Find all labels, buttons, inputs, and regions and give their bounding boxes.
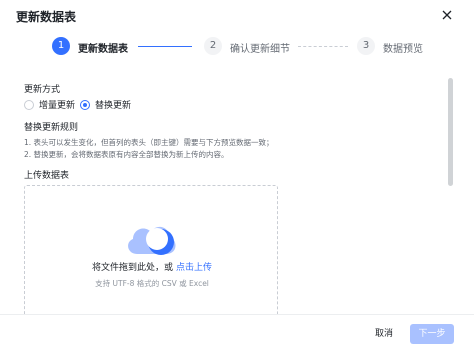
cancel-button[interactable]: 取消 xyxy=(368,324,400,344)
stepper: 1 更新数据表 2 确认更新细节 3 数据预览 xyxy=(0,34,474,58)
upload-dropzone[interactable]: 将文件拖到此处，或 点击上传 支持 UTF-8 格式的 CSV 或 Excel xyxy=(24,185,278,314)
form-content: 更新方式 增量更新 替换更新 替换更新规则 1. 表头可以发生变化，但首列的表头… xyxy=(0,70,460,314)
scrollbar[interactable] xyxy=(448,78,453,186)
radio-incremental-update[interactable]: 增量更新 xyxy=(24,98,75,111)
dialog-footer: 取消 下一步 xyxy=(0,314,474,351)
step-2-label: 确认更新细节 xyxy=(230,44,290,55)
step-2-number: 2 xyxy=(204,37,222,55)
dialog-header: 更新数据表 xyxy=(0,0,474,30)
radio-indicator xyxy=(24,99,34,110)
step-connector-2 xyxy=(298,46,348,47)
upload-text: 将文件拖到此处，或 xyxy=(92,263,174,273)
radio-incremental-label: 增量更新 xyxy=(39,101,76,111)
update-mode-label: 更新方式 xyxy=(24,85,61,95)
close-icon[interactable] xyxy=(440,8,454,22)
step-1-label: 更新数据表 xyxy=(78,44,128,55)
rule-item-1: 1. 表头可以发生变化，但首列的表头（即主键）需要与下方预览数据一致； xyxy=(24,138,274,147)
cloud-upload-icon xyxy=(123,220,181,260)
upload-label: 上传数据表 xyxy=(24,171,70,181)
upload-instruction: 将文件拖到此处，或 点击上传 xyxy=(25,260,279,273)
step-connector-1 xyxy=(138,46,192,47)
rules-label: 替换更新规则 xyxy=(24,123,79,133)
step-3-label: 数据预览 xyxy=(383,44,423,55)
radio-replace-label: 替换更新 xyxy=(95,101,132,111)
next-button[interactable]: 下一步 xyxy=(410,324,454,344)
radio-replace-update[interactable]: 替换更新 xyxy=(80,98,131,111)
radio-indicator-selected xyxy=(80,99,90,110)
upload-hint: 支持 UTF-8 格式的 CSV 或 Excel xyxy=(95,279,209,288)
step-3-number: 3 xyxy=(357,37,375,55)
update-table-dialog: 更新数据表 1 更新数据表 2 确认更新细节 3 数据预览 更新方式 增量更新 … xyxy=(0,0,474,351)
dialog-title: 更新数据表 xyxy=(16,10,77,24)
rule-item-2: 2. 替换更新，会将数据表原有内容全部替换为新上传的内容。 xyxy=(24,150,229,159)
click-upload-link[interactable]: 点击上传 xyxy=(176,263,212,273)
step-1-number: 1 xyxy=(52,37,70,55)
